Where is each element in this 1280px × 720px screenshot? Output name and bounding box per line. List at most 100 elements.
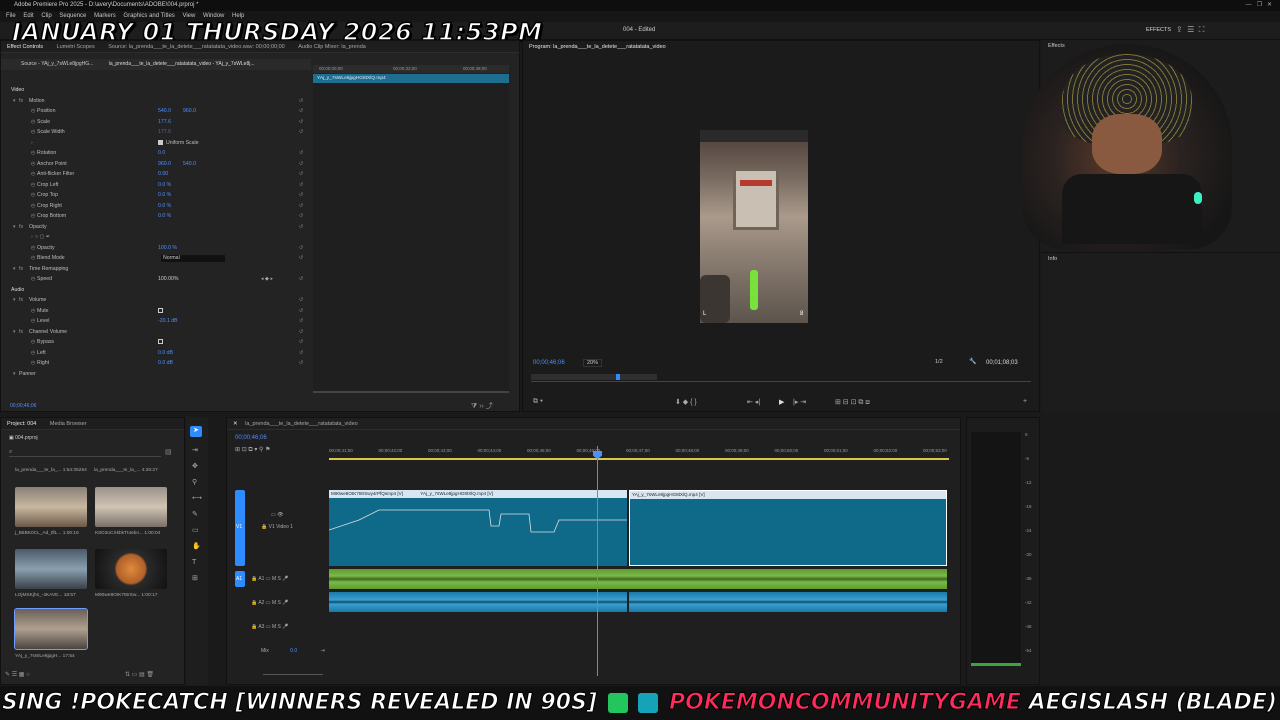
tool-icons[interactable]: ⇥ ✥ ⚲ ⟷ ✎ ▭ ✋ T ⊞ <box>192 443 202 587</box>
effect-value[interactable]: 0.0 % <box>158 211 171 222</box>
effect-value[interactable]: 177.6 <box>158 117 171 128</box>
effect-value[interactable]: 0.0 <box>158 148 165 159</box>
stopwatch-icon[interactable]: ◷ <box>31 106 36 117</box>
fx-icon[interactable]: fx <box>19 295 23 306</box>
step-back-icon[interactable]: ⇤ ◂| <box>747 398 760 406</box>
effect-row[interactable]: ▾ fx Volume ↺ <box>1 295 311 306</box>
markers-icon[interactable]: ⧉ ▾ <box>533 398 543 406</box>
reset-icon[interactable]: ↺ <box>299 117 303 128</box>
stopwatch-icon[interactable]: ◷ <box>31 306 36 317</box>
work-area-bar[interactable] <box>329 458 949 460</box>
tab-lumetri-scopes[interactable]: Lumetri Scopes <box>57 44 95 50</box>
disclosure-icon[interactable]: › <box>31 232 33 243</box>
effect-value[interactable]: 100.0 % <box>158 243 177 254</box>
effect-value[interactable]: 0.0 % <box>158 201 171 212</box>
timeline-tools-icons[interactable]: ⊞ ⊡ ⧉ ▾ ⚲ ⚑ <box>235 446 270 454</box>
resolution-select[interactable]: 1/2 <box>935 359 943 365</box>
reset-icon[interactable]: ↺ <box>299 274 303 285</box>
disclosure-icon[interactable]: ▾ <box>13 327 16 338</box>
effect-row[interactable]: Video <box>1 85 311 96</box>
effect-row[interactable]: › ◷ Opacity 100.0 % ↺ <box>1 243 311 254</box>
effect-value[interactable]: 0.0 % <box>158 180 171 191</box>
play-button[interactable]: ▶ <box>779 398 784 406</box>
project-search-input[interactable]: ⌕ <box>9 449 161 457</box>
reset-icon[interactable]: ↺ <box>299 106 303 117</box>
tab-source[interactable]: Source: la_prenda___te_la_detete___ratat… <box>108 44 284 50</box>
mark-in-icon[interactable]: ⬇ ◆ { } <box>675 398 697 406</box>
ec-scrollbar[interactable] <box>313 391 509 393</box>
reset-icon[interactable]: ↺ <box>299 253 303 264</box>
reset-icon[interactable]: ↺ <box>299 211 303 222</box>
effect-row[interactable]: › ◷ Bypass ↺ <box>1 337 311 348</box>
project-thumbnail[interactable] <box>95 549 167 589</box>
audio-clip-a2[interactable] <box>329 592 627 612</box>
effect-row[interactable]: › ◷ Rotation 0.0 ↺ <box>1 148 311 159</box>
effect-row[interactable]: ▾ Panner <box>1 369 311 380</box>
effect-value[interactable]: 960.0 <box>183 106 196 117</box>
project-thumbnail-selected[interactable] <box>14 608 88 650</box>
v1-track-area[interactable]: M90we8OtK7t8rSwy4rPfQsmp4 [V] YAj_y_7sWL… <box>329 490 949 566</box>
reset-icon[interactable]: ↺ <box>299 358 303 369</box>
stopwatch-icon[interactable]: ◷ <box>31 274 36 285</box>
fx-icon[interactable]: fx <box>19 222 23 233</box>
reset-icon[interactable]: ↺ <box>299 243 303 254</box>
stopwatch-icon[interactable]: ◷ <box>31 127 36 138</box>
effect-row[interactable]: › ◷ Scale 177.6 ↺ <box>1 117 311 128</box>
disclosure-icon[interactable]: ▾ <box>13 369 16 380</box>
reset-icon[interactable]: ↺ <box>299 337 303 348</box>
effect-row[interactable]: › ◷ Mute ↺ <box>1 306 311 317</box>
effect-row[interactable]: › ◷ Position 540.0 960.0 ↺ <box>1 106 311 117</box>
tab-project[interactable]: Project: 004 <box>7 421 36 427</box>
eye-icon[interactable]: ▭ 👁 <box>271 512 283 518</box>
reset-icon[interactable]: ↺ <box>299 306 303 317</box>
stopwatch-icon[interactable]: ◷ <box>31 201 36 212</box>
reset-icon[interactable]: ↺ <box>299 348 303 359</box>
wrench-icon[interactable]: 🔧 <box>969 358 976 365</box>
keyframe-nav-icon[interactable]: ◂ ◆ ▸ <box>261 274 273 285</box>
effect-row[interactable]: › ◷ Left 0.0 dB ↺ <box>1 348 311 359</box>
effect-row[interactable]: › ◷ Level -20.1 dB ↺ <box>1 316 311 327</box>
tab-program[interactable]: Program: la_prenda___te_la_detete___rata… <box>529 44 666 50</box>
program-video-frame[interactable]: L 8 <box>700 130 808 323</box>
reset-icon[interactable]: ↺ <box>299 327 303 338</box>
effect-value[interactable]: 540.0 <box>158 106 171 117</box>
effect-value[interactable]: 540.0 <box>183 159 196 170</box>
window-controls[interactable]: — ❐ ✕ <box>1246 0 1272 11</box>
list-icons[interactable]: ⇅ ▭ ▤ 🗑 <box>125 671 154 678</box>
step-forward-icon[interactable]: |▸ ⇥ <box>793 398 806 406</box>
mask-shape-icons[interactable]: ○ ▢ ✒ <box>35 232 50 243</box>
reset-icon[interactable]: ↺ <box>299 295 303 306</box>
disclosure-icon[interactable]: ▾ <box>13 264 16 275</box>
stopwatch-icon[interactable]: ◷ <box>31 211 36 222</box>
reset-icon[interactable]: ↺ <box>299 169 303 180</box>
reset-icon[interactable]: ↺ <box>299 180 303 191</box>
opacity-rubber-band[interactable] <box>329 498 627 566</box>
program-scrubber[interactable] <box>531 374 1031 382</box>
video-clip-selected[interactable]: YAj_y_7sWLe8jpgHG8tXlQ.mp4 [V] <box>629 490 947 566</box>
effect-row[interactable]: › ○ ▢ ✒ <box>1 232 311 243</box>
project-item[interactable]: la_prenda___te_la_... 1:54:35254 <box>15 468 87 473</box>
effect-row[interactable]: › ◷ Crop Right 0.0 % ↺ <box>1 201 311 212</box>
timeline-playhead[interactable] <box>597 446 598 676</box>
effect-row[interactable]: › ◷ Crop Left 0.0 % ↺ <box>1 180 311 191</box>
disclosure-icon[interactable]: › <box>31 138 33 149</box>
stopwatch-icon[interactable]: ◷ <box>31 348 36 359</box>
ec-clip-bar[interactable]: YAj_y_7sWLe8jpgHG8tXlQ.mp4 <box>313 74 509 83</box>
add-button-icon[interactable]: + <box>1023 398 1027 405</box>
timeline-zoom-scroll[interactable] <box>263 674 323 675</box>
audio-clip-a1[interactable] <box>329 569 947 589</box>
ec-mini-ruler[interactable]: 00;00;00;00 00;00;32;00 00;00;48;00 <box>313 65 509 73</box>
stopwatch-icon[interactable]: ◷ <box>31 148 36 159</box>
effect-row[interactable]: › ◷ Scale Width 177.6 ↺ <box>1 127 311 138</box>
effect-row[interactable]: ▾ fx Opacity ↺ <box>1 222 311 233</box>
disclosure-icon[interactable]: ▾ <box>13 222 16 233</box>
fx-icon[interactable]: fx <box>19 327 23 338</box>
effect-row[interactable]: Audio <box>1 285 311 296</box>
tab-audio-clip-mixer[interactable]: Audio Clip Mixer: la_prenda <box>298 44 366 50</box>
tab-sequence[interactable]: ✕ la_prenda___te_la_detete___ratatatata_… <box>233 421 364 427</box>
pencil-icon[interactable]: ✎ ☰ ▦ ○ <box>5 672 30 678</box>
stopwatch-icon[interactable]: ◷ <box>31 180 36 191</box>
effect-row[interactable]: ▾ fx Time Remapping <box>1 264 311 275</box>
insert-overwrite-icon[interactable]: ⊞ ⊟ ⊡ ⧉ ⧈ <box>835 398 870 407</box>
stopwatch-icon[interactable]: ◷ <box>31 253 36 264</box>
